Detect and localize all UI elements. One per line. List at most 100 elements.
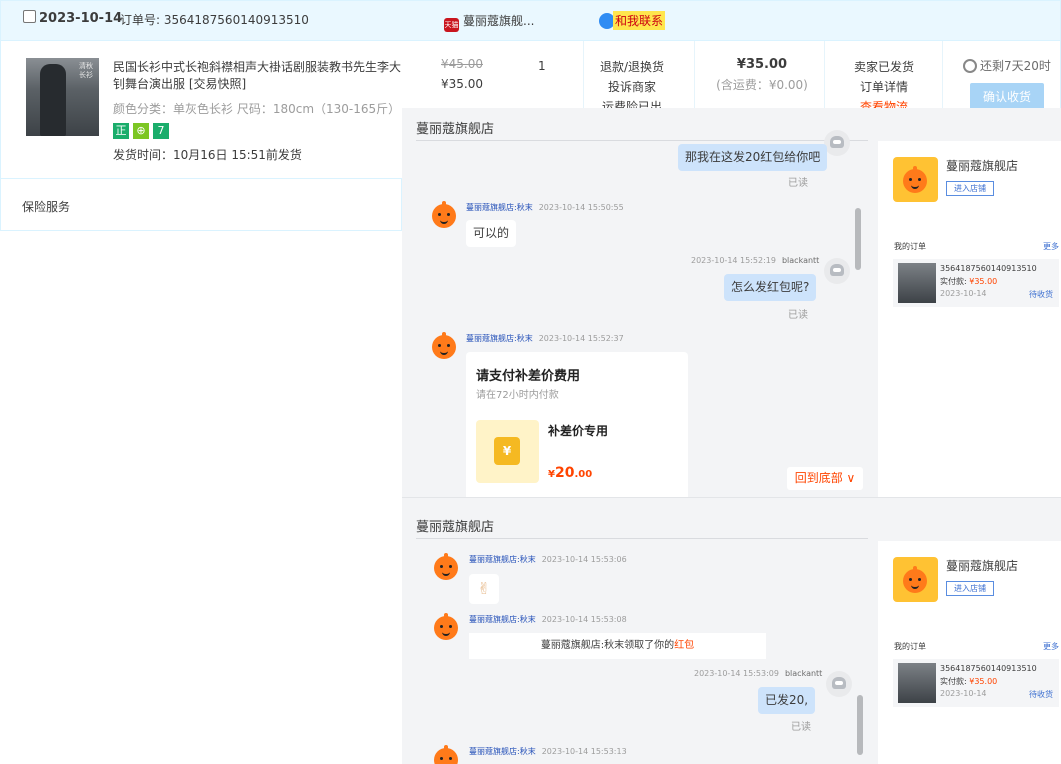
order-status: 卖家已发货 xyxy=(853,60,914,74)
service-badges: 正 ⊕ 7 xyxy=(113,123,173,139)
enter-shop-button[interactable]: 进入店铺 xyxy=(946,581,994,596)
product-title-link[interactable]: 民国长衫中式长袍斜襟相声大褂话剧服装教书先生李大钊舞台演出服 [交易快照] xyxy=(113,59,403,93)
robot-avatar-icon xyxy=(830,136,844,148)
message-time: 2023-10-14 15:53:09 xyxy=(694,669,779,678)
chat-shop-title: 蔓丽蔻旗舰店 xyxy=(416,122,495,137)
chat-divider xyxy=(416,140,868,141)
shop-logo-mascot xyxy=(902,566,928,593)
chat-scrollbar[interactable] xyxy=(855,208,861,270)
remaining-time-text: 还剩7天20时 xyxy=(980,59,1051,73)
pay-item-image: ¥ xyxy=(476,420,539,483)
message-meta: 蔓丽蔻旗舰店:秋末 2023-10-14 15:50:55 xyxy=(466,202,624,213)
user-avatar xyxy=(824,258,850,284)
chat-shop-title: 蔓丽蔻旗舰店 xyxy=(416,520,495,535)
mascot-icon xyxy=(903,169,927,193)
refund-link[interactable]: 退款/退换货 xyxy=(599,57,665,77)
contact-label: 和我联系 xyxy=(613,11,666,30)
original-price: ¥45.00 xyxy=(441,57,483,71)
my-orders-label: 我的订单 xyxy=(894,242,926,251)
order-card[interactable]: 3564187560140913510 实付款: ¥35.00 2023-10-… xyxy=(893,259,1059,307)
shop-logo[interactable] xyxy=(893,157,938,202)
mascot-icon xyxy=(432,335,456,359)
confirm-receipt-button[interactable]: 确认收货 xyxy=(970,83,1044,111)
contact-seller-button[interactable]: 和我联系 xyxy=(599,11,666,30)
message-time: 2023-10-14 15:53:06 xyxy=(541,555,627,564)
shop-side-panel: 蔓丽蔻旗舰店 进入店铺 我的订单 更多 3564187560140913510 … xyxy=(878,141,1061,497)
order-card-thumbnail xyxy=(898,663,936,703)
read-status: 已读 xyxy=(791,722,811,733)
mascot-icon xyxy=(432,204,456,228)
pay-item-price: ¥20.00 xyxy=(548,465,592,481)
order-card-date: 2023-10-14 xyxy=(940,289,987,298)
my-orders-label: 我的订单 xyxy=(894,642,926,651)
shop-link[interactable]: 天猫 蔓丽蔻旗舰... xyxy=(444,12,534,32)
order-card-pay: 实付款: ¥35.00 xyxy=(940,676,997,687)
payment-request-card[interactable]: 请支付补差价费用 请在72小时内付款 ¥ 补差价专用 ¥20.00 xyxy=(466,352,688,497)
more-orders-link[interactable]: 更多 xyxy=(1043,241,1059,252)
sender-name: blackantt xyxy=(781,256,820,265)
red-packet-link[interactable]: 红包 xyxy=(674,640,694,651)
notice-text: 蔓丽蔻旗舰店:秋末领取了你的 xyxy=(540,640,675,651)
pay-card-subtitle: 请在72小时内付款 xyxy=(476,390,559,401)
message-time: 2023-10-14 15:52:37 xyxy=(538,334,624,343)
shipping-fee: (含运费：¥0.00) xyxy=(716,78,808,92)
user-avatar xyxy=(826,671,852,697)
column-divider xyxy=(694,41,695,108)
pay-amount: ¥35.00 xyxy=(969,277,998,286)
chat-scrollbar[interactable] xyxy=(857,695,863,755)
message-meta: 蔓丽蔻旗舰店:秋末 2023-10-14 15:53:06 xyxy=(469,554,627,565)
message-meta: 蔓丽蔻旗舰店:秋末 2023-10-14 15:53:13 xyxy=(469,746,627,757)
sender-name: 蔓丽蔻旗舰店:秋末 xyxy=(469,555,536,564)
pay-label: 实付款: xyxy=(940,277,970,286)
shop-logo[interactable] xyxy=(893,557,938,602)
order-header: 2023-10-14 订单号: 3564187560140913510 天猫 蔓丽… xyxy=(0,0,1061,41)
victory-hand-emoji: ✌ xyxy=(469,574,499,604)
column-divider xyxy=(824,41,825,108)
more-orders-link[interactable]: 更多 xyxy=(1043,641,1059,652)
shop-side-panel: 蔓丽蔻旗舰店 进入店铺 我的订单 更多 3564187560140913510 … xyxy=(878,541,1061,764)
order-detail-link[interactable]: 订单详情 xyxy=(844,77,924,97)
column-divider xyxy=(942,41,943,108)
product-thumbnail[interactable]: 清秋长衫 xyxy=(26,58,99,136)
authentic-badge-icon[interactable]: 正 xyxy=(113,123,129,139)
complain-link[interactable]: 投诉商家 xyxy=(599,77,665,97)
message-time: 2023-10-14 15:50:55 xyxy=(538,203,624,212)
total-price-block: ¥35.00 (含运费：¥0.00) xyxy=(708,57,816,93)
seller-avatar xyxy=(433,613,459,640)
insurance-label[interactable]: 保险服务 xyxy=(22,198,70,215)
mascot-icon xyxy=(434,748,458,764)
seller-avatar xyxy=(433,745,459,764)
sender-name: 蔓丽蔻旗舰店:秋末 xyxy=(469,615,536,624)
order-card-thumbnail xyxy=(898,263,936,303)
message-bubble: 怎么发红包呢? xyxy=(724,274,817,301)
quantity: 1 xyxy=(538,59,546,73)
message-bubble: 那我在这发20红包给你吧 xyxy=(678,144,828,171)
guarantee-badge-icon[interactable]: ⊕ xyxy=(133,123,149,139)
chat-window: 蔓丽蔻旗舰店 那我在这发20红包给你吧 已读 蔓丽蔻旗舰店:秋末 2023-10-… xyxy=(402,108,1061,497)
price-decimal: .00 xyxy=(574,469,593,480)
mascot-icon xyxy=(434,616,458,640)
sender-name: blackantt xyxy=(784,669,823,678)
message-meta: 2023-10-14 15:52:19 blackantt xyxy=(691,256,819,265)
order-card[interactable]: 3564187560140913510 实付款: ¥35.00 2023-10-… xyxy=(893,659,1059,707)
order-card-pay: 实付款: ¥35.00 xyxy=(940,276,997,287)
back-to-bottom-button[interactable]: 回到底部 ∨ xyxy=(787,467,863,490)
enter-shop-button[interactable]: 进入店铺 xyxy=(946,181,994,196)
chat-window: 蔓丽蔻旗舰店 蔓丽蔻旗舰店:秋末 2023-10-14 15:53:06 ✌ 蔓丽… xyxy=(402,497,1061,764)
sender-name: 蔓丽蔻旗舰店:秋末 xyxy=(469,747,536,756)
robot-avatar-icon xyxy=(830,264,844,276)
message-bubble: 已发20, xyxy=(758,687,816,714)
mascot-icon xyxy=(903,569,927,593)
message-time: 2023-10-14 15:53:13 xyxy=(541,747,627,756)
seven-day-return-badge-icon[interactable]: 7 xyxy=(153,123,169,139)
chat-divider xyxy=(416,538,868,539)
insurance-row: 保险服务 xyxy=(0,178,402,231)
side-shop-name: 蔓丽蔻旗舰店 xyxy=(946,159,1019,173)
pay-card-title: 请支付补差价费用 xyxy=(476,369,581,384)
pay-item-name: 补差价专用 xyxy=(548,424,609,438)
order-checkbox[interactable] xyxy=(23,10,36,23)
order-date: 2023-10-14 xyxy=(39,11,123,26)
sender-name: 蔓丽蔻旗舰店:秋末 xyxy=(466,203,533,212)
message-meta: 蔓丽蔻旗舰店:秋末 2023-10-14 15:53:08 xyxy=(469,614,627,625)
order-card-number: 3564187560140913510 xyxy=(940,264,1037,273)
